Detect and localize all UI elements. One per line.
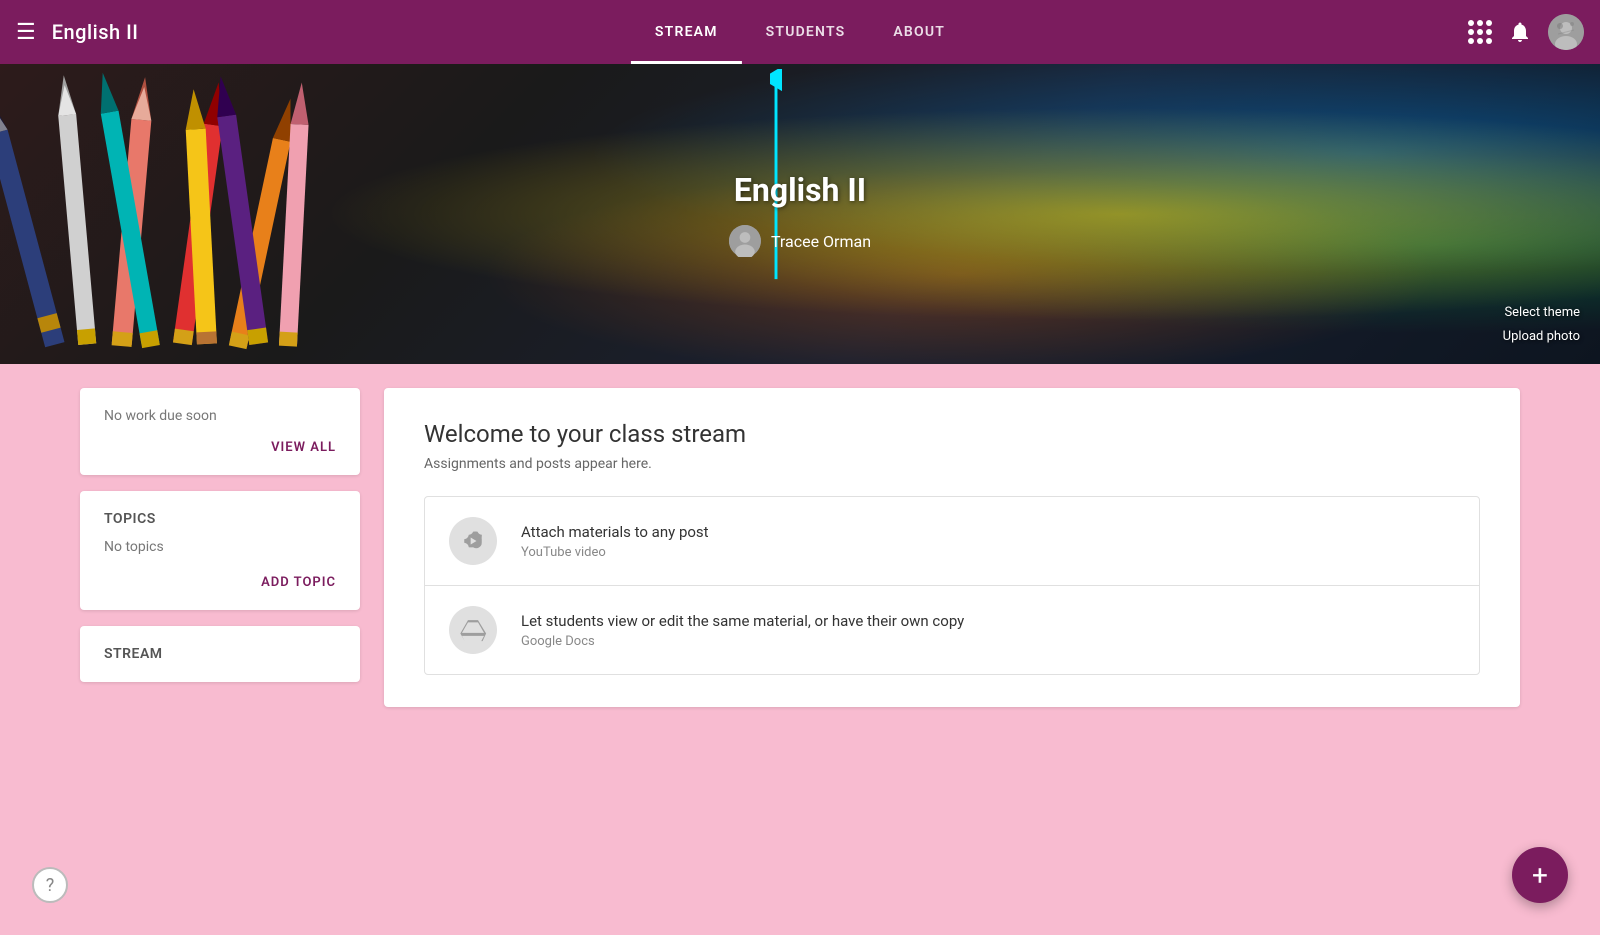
header-nav: STREAM STUDENTS ABOUT [631, 0, 969, 64]
help-button[interactable]: ? [32, 867, 68, 903]
feature-sub-youtube: YouTube video [521, 545, 709, 560]
header-right [1468, 14, 1584, 50]
feature-list: Attach materials to any post YouTube vid… [424, 496, 1480, 675]
nav-students[interactable]: STUDENTS [742, 0, 870, 64]
hero-teacher-avatar [729, 225, 761, 257]
stream-sidebar-card: STREAM [80, 626, 360, 682]
bell-icon[interactable] [1508, 20, 1532, 44]
hero-teacher-name: Tracee Orman [771, 232, 871, 251]
feature-item-drive: Let students view or edit the same mater… [425, 586, 1479, 674]
no-topics-text: No topics [104, 539, 336, 555]
hero-pencils [0, 64, 420, 364]
welcome-title: Welcome to your class stream [424, 420, 1480, 448]
feature-text-youtube: Attach materials to any post YouTube vid… [521, 523, 709, 560]
view-all-button[interactable]: VIEW ALL [104, 440, 336, 455]
header-title: English II [52, 20, 139, 44]
feature-text-drive: Let students view or edit the same mater… [521, 612, 964, 649]
feature-title-youtube: Attach materials to any post [521, 523, 709, 541]
stream-main: Welcome to your class stream Assignments… [384, 388, 1520, 707]
nav-stream[interactable]: STREAM [631, 0, 742, 64]
main-content: No work due soon VIEW ALL TOPICS No topi… [0, 364, 1600, 731]
topics-heading: TOPICS [104, 511, 336, 527]
feature-sub-drive: Google Docs [521, 634, 964, 649]
welcome-subtitle: Assignments and posts appear here. [424, 456, 1480, 472]
menu-icon[interactable]: ☰ [16, 20, 36, 45]
hero-content: English II Tracee Orman [729, 171, 871, 257]
grid-icon[interactable] [1468, 20, 1492, 44]
header: ☰ English II STREAM STUDENTS ABOUT [0, 0, 1600, 64]
hero-options: Select theme Upload photo [1503, 301, 1580, 348]
sidebar: No work due soon VIEW ALL TOPICS No topi… [80, 388, 360, 707]
hero-class-title: English II [729, 171, 871, 209]
hero-banner: English II Tracee Orman Select theme Upl… [0, 64, 1600, 364]
hero-teacher: Tracee Orman [729, 225, 871, 257]
select-theme-link[interactable]: Select theme [1503, 301, 1580, 324]
feature-item-youtube: Attach materials to any post YouTube vid… [425, 497, 1479, 586]
youtube-icon [449, 517, 497, 565]
stream-card: Welcome to your class stream Assignments… [384, 388, 1520, 707]
no-work-text: No work due soon [104, 408, 336, 424]
stream-sidebar-heading: STREAM [104, 646, 336, 662]
upload-photo-link[interactable]: Upload photo [1503, 325, 1580, 348]
fab-button[interactable]: + [1512, 847, 1568, 903]
work-due-card: No work due soon VIEW ALL [80, 388, 360, 475]
nav-about[interactable]: ABOUT [869, 0, 969, 64]
add-topic-button[interactable]: ADD TOPIC [104, 575, 336, 590]
avatar[interactable] [1548, 14, 1584, 50]
topics-card: TOPICS No topics ADD TOPIC [80, 491, 360, 610]
feature-title-drive: Let students view or edit the same mater… [521, 612, 964, 630]
drive-icon [449, 606, 497, 654]
